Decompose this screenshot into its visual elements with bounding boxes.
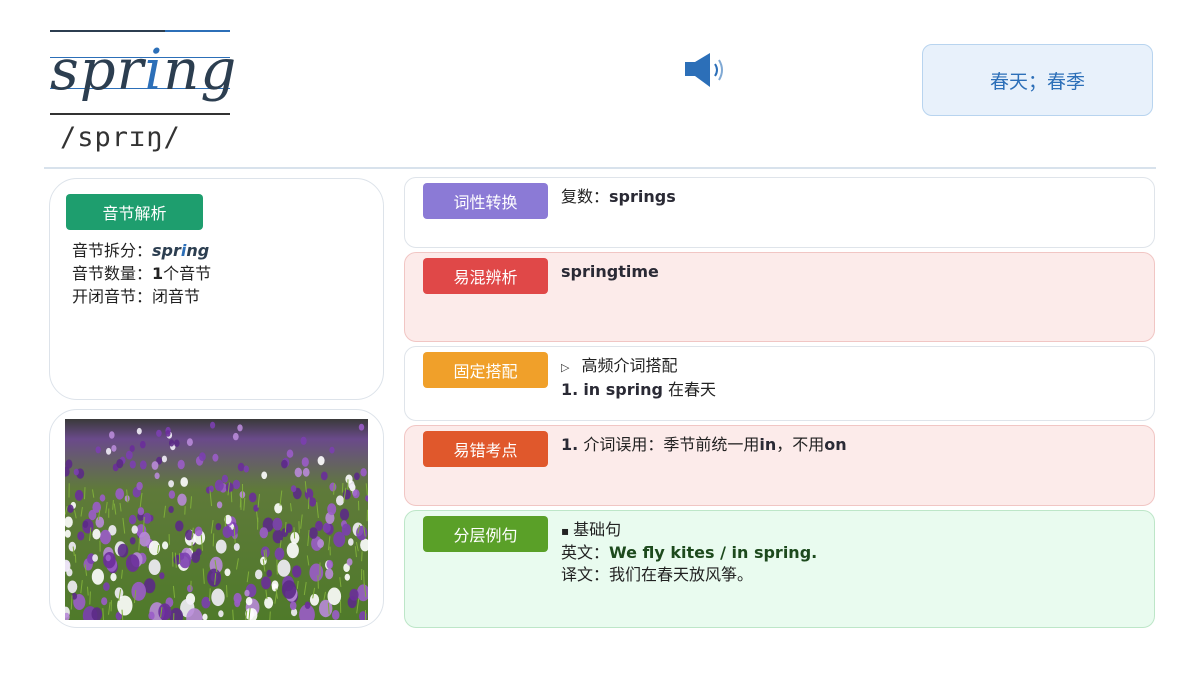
label: 开闭音节： [72, 287, 153, 306]
chinese-translation: 我们在春天放风筝。 [609, 565, 754, 584]
collocations-body: ▷ 高频介词搭配 1. in spring 在春天 [561, 355, 716, 401]
correct-preposition: in [759, 435, 777, 454]
speaker-icon[interactable] [684, 52, 728, 88]
word-part: spr [50, 38, 145, 103]
word-part: ng [163, 38, 238, 103]
syllable-type-row: 开闭音节：闭音节 [72, 285, 211, 308]
confusables-tag: 易混辨析 [423, 258, 548, 294]
split-part: ng [186, 241, 210, 260]
word-highlight: i [144, 38, 164, 103]
guide-line-bottom [50, 113, 230, 115]
examples-tag: 分层例句 [423, 516, 548, 552]
header-divider [44, 167, 1156, 169]
syllable-count: 1 [152, 264, 164, 283]
syllable-type: 闭音节 [152, 287, 201, 306]
row-confusables: 易混辨析 springtime [404, 252, 1155, 342]
meaning-box: 春天；春季 [922, 44, 1153, 116]
collocation-phrase: in spring [583, 380, 663, 399]
syllable-info: 音节拆分：spring 音节数量：1个音节 开闭音节：闭音节 [72, 239, 211, 308]
collocations-tag: 固定搭配 [423, 352, 548, 388]
square-bullet-icon: ▪ [561, 524, 570, 538]
error-text: 介词误用：季节前统一用 [583, 435, 760, 454]
example-level: 基础句 [573, 520, 622, 539]
unit: 个音节 [163, 264, 212, 283]
confusable-word: springtime [561, 262, 659, 281]
image-card [49, 409, 384, 628]
confusables-body: springtime [561, 261, 659, 283]
label: 音节拆分： [72, 241, 153, 260]
row-word-forms: 词性转换 复数：springs [404, 177, 1155, 248]
translation-label: 译文： [561, 565, 610, 584]
plural-label: 复数： [561, 187, 610, 206]
english-label: 英文： [561, 543, 610, 562]
word-text: spring [50, 36, 237, 106]
triangle-bullet-icon: ▷ [561, 361, 570, 374]
plural-value: springs [609, 187, 676, 206]
syllable-card: 音节解析 音节拆分：spring 音节数量：1个音节 开闭音节：闭音节 [49, 178, 384, 400]
item-number: 1. [561, 435, 579, 454]
syllable-split-value: spring [152, 241, 209, 260]
label: 音节数量： [72, 264, 153, 283]
syllable-count-row: 音节数量：1个音节 [72, 262, 211, 285]
flower-photo [65, 419, 368, 620]
examples-body: ▪ 基础句 英文：We fly kites / in spring. 译文：我们在… [561, 519, 817, 586]
row-examples: 分层例句 ▪ 基础句 英文：We fly kites / in spring. 译… [404, 510, 1155, 628]
row-collocations: 固定搭配 ▷ 高频介词搭配 1. in spring 在春天 [404, 346, 1155, 421]
common-errors-tag: 易错考点 [423, 431, 548, 467]
phonetic: /sprɪŋ/ [60, 122, 181, 153]
item-number: 1. [561, 380, 579, 399]
split-part: spr [152, 241, 181, 260]
word-forms-body: 复数：springs [561, 186, 676, 208]
collocation-heading: 高频介词搭配 [581, 356, 678, 375]
syllable-split-row: 音节拆分：spring [72, 239, 211, 262]
guide-line-top-accent [165, 30, 230, 32]
collocation-meaning: 在春天 [668, 380, 717, 399]
english-sentence: We fly kites / in spring. [609, 543, 818, 562]
word-forms-tag: 词性转换 [423, 183, 548, 219]
wrong-preposition: on [824, 435, 847, 454]
syllable-tag: 音节解析 [66, 194, 203, 230]
error-text: ，不用 [776, 435, 825, 454]
row-common-errors: 易错考点 1. 介词误用：季节前统一用in，不用on [404, 425, 1155, 506]
word-display: spring [50, 28, 236, 118]
common-errors-body: 1. 介词误用：季节前统一用in，不用on [561, 434, 847, 456]
